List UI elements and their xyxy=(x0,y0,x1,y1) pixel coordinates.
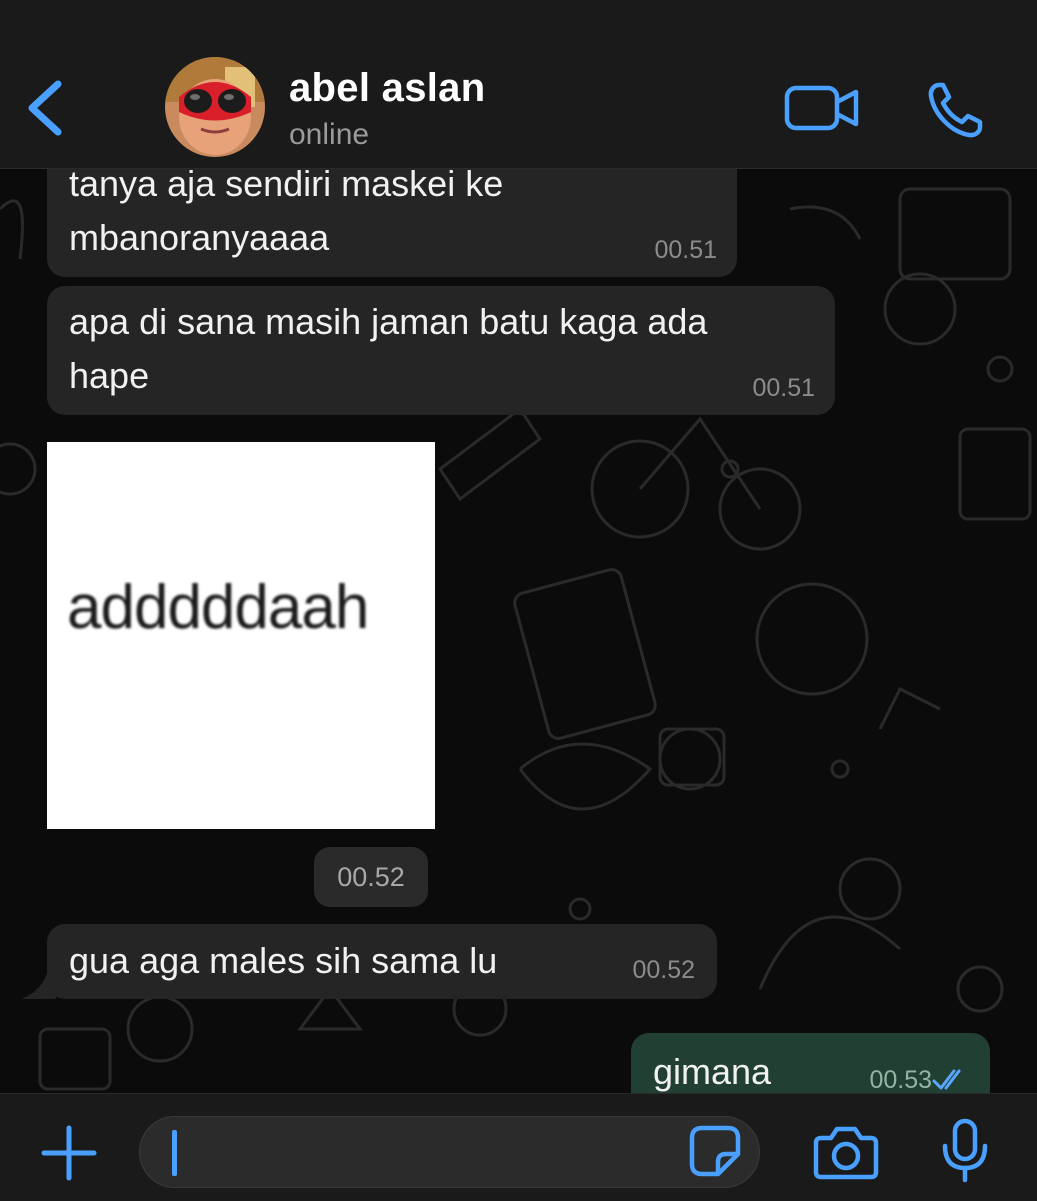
contact-status: online xyxy=(289,118,370,151)
read-ticks-icon xyxy=(932,1069,961,1090)
camera-icon[interactable] xyxy=(813,1124,879,1180)
message-text: gua aga males sih sama lu xyxy=(69,940,498,981)
chat-header: abel aslan online xyxy=(0,0,1037,169)
sticker-text: adddddaah xyxy=(67,573,369,642)
message-bubble[interactable]: gua aga males sih sama lu 00.52 xyxy=(47,924,717,999)
message-text: apa di sana masih jaman batu kaga ada ha… xyxy=(69,301,708,396)
input-bar xyxy=(0,1093,1037,1201)
message-text: gimana xyxy=(653,1051,772,1092)
message-time: 00.51 xyxy=(654,236,717,264)
phone-icon[interactable] xyxy=(925,80,985,140)
plus-icon[interactable] xyxy=(40,1124,98,1182)
chat-area[interactable]: tanya aja sendiri maskei ke mbanoranyaaa… xyxy=(0,169,1037,1093)
contact-name[interactable]: abel aslan xyxy=(289,66,485,111)
video-call-icon[interactable] xyxy=(784,84,860,132)
mic-icon[interactable] xyxy=(939,1118,991,1184)
sticker-timestamp: 00.52 xyxy=(314,847,428,907)
avatar[interactable] xyxy=(165,57,265,157)
message-time: 00.53 xyxy=(869,1066,932,1093)
text-cursor xyxy=(172,1130,177,1176)
message-bubble[interactable]: apa di sana masih jaman batu kaga ada ha… xyxy=(47,286,835,415)
message-time: 00.52 xyxy=(632,956,695,984)
message-bubble[interactable]: tanya aja sendiri maskei ke mbanoranyaaa… xyxy=(47,169,737,277)
message-time: 00.51 xyxy=(752,374,815,402)
sticker-icon[interactable] xyxy=(688,1124,742,1178)
message-text: tanya aja sendiri maskei ke mbanoranyaaa… xyxy=(69,169,504,258)
sticker-message[interactable]: adddddaah xyxy=(47,442,435,829)
avatar-image xyxy=(165,57,265,157)
message-input[interactable] xyxy=(139,1116,760,1188)
message-bubble-outgoing[interactable]: gimana 00.53 xyxy=(631,1033,990,1093)
back-chevron-icon[interactable] xyxy=(22,78,66,138)
